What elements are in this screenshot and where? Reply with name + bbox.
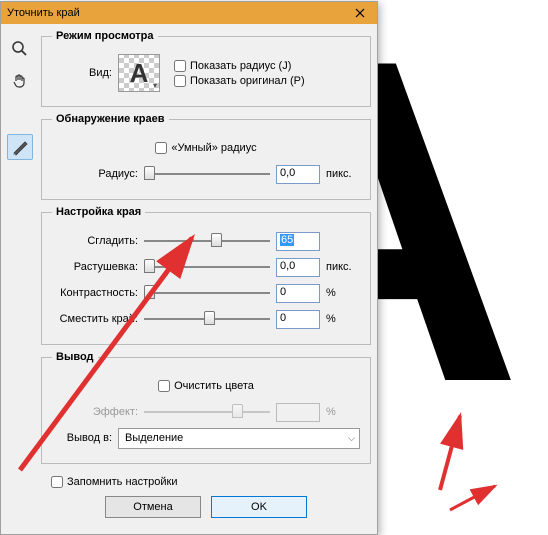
output-to-select[interactable]: Выделение ⌵	[118, 428, 360, 449]
smooth-slider[interactable]	[144, 232, 270, 250]
shift-input[interactable]: 0	[276, 310, 320, 329]
radius-input[interactable]: 0,0	[276, 165, 320, 184]
smooth-label: Сгладить:	[52, 235, 138, 247]
contrast-slider[interactable]	[144, 284, 270, 302]
hand-icon	[11, 72, 29, 90]
view-label: Вид:	[52, 67, 112, 79]
shift-label: Сместить край:	[52, 313, 138, 325]
tool-column	[7, 30, 37, 528]
edge-legend: Обнаружение краев	[52, 113, 169, 125]
output-legend: Вывод	[52, 351, 98, 363]
contrast-label: Контрастность:	[52, 287, 138, 299]
shift-unit: %	[326, 313, 360, 325]
title-bar: Уточнить край	[1, 2, 377, 24]
thumb-letter: A	[130, 58, 149, 89]
edge-adjust-group: Настройка края Сгладить: 65 Растушевка: …	[41, 206, 371, 345]
adjust-legend: Настройка края	[52, 206, 145, 218]
smart-radius-checkbox[interactable]: «Умный» радиус	[155, 142, 256, 154]
output-to-label: Вывод в:	[52, 432, 112, 444]
zoom-icon	[11, 40, 29, 58]
zoom-tool[interactable]	[7, 36, 33, 62]
chevron-down-icon: ⌵	[348, 433, 355, 444]
output-group: Вывод Очистить цвета Эффект: % Вывод в: …	[41, 351, 371, 464]
close-button[interactable]	[343, 2, 377, 24]
effect-input	[276, 403, 320, 422]
feather-input[interactable]: 0,0	[276, 258, 320, 277]
smooth-input[interactable]: 65	[276, 232, 320, 251]
feather-unit: пикс.	[326, 261, 360, 273]
window-title: Уточнить край	[7, 7, 80, 19]
refine-brush-tool[interactable]	[7, 134, 33, 160]
show-original-checkbox[interactable]: Показать оригинал (P)	[174, 75, 305, 87]
edge-detection-group: Обнаружение краев «Умный» радиус Радиус:…	[41, 113, 371, 200]
view-legend: Режим просмотра	[52, 30, 158, 42]
chevron-down-icon: ▾	[153, 81, 157, 90]
view-mode-group: Режим просмотра Вид: A ▾ Показать радиус…	[41, 30, 371, 107]
brush-icon	[11, 138, 29, 156]
view-thumbnail-picker[interactable]: A ▾	[118, 54, 160, 92]
effect-slider	[144, 403, 270, 421]
contrast-input[interactable]: 0	[276, 284, 320, 303]
show-radius-checkbox[interactable]: Показать радиус (J)	[174, 60, 305, 72]
ok-button[interactable]: OK	[211, 496, 307, 518]
radius-unit: пикс.	[326, 168, 360, 180]
cancel-button[interactable]: Отмена	[105, 496, 201, 518]
feather-slider[interactable]	[144, 258, 270, 276]
remember-settings-checkbox[interactable]: Запомнить настройки	[51, 476, 361, 488]
decontaminate-checkbox[interactable]: Очистить цвета	[158, 380, 254, 392]
hand-tool[interactable]	[7, 68, 33, 94]
contrast-unit: %	[326, 287, 360, 299]
radius-label: Радиус:	[52, 168, 138, 180]
shift-slider[interactable]	[144, 310, 270, 328]
radius-slider[interactable]	[144, 165, 270, 183]
refine-edge-dialog: Уточнить край Режим просмотра Вид:	[0, 1, 378, 535]
close-icon	[355, 8, 365, 18]
effect-label: Эффект:	[52, 406, 138, 418]
feather-label: Растушевка:	[52, 261, 138, 273]
effect-unit: %	[326, 406, 360, 418]
